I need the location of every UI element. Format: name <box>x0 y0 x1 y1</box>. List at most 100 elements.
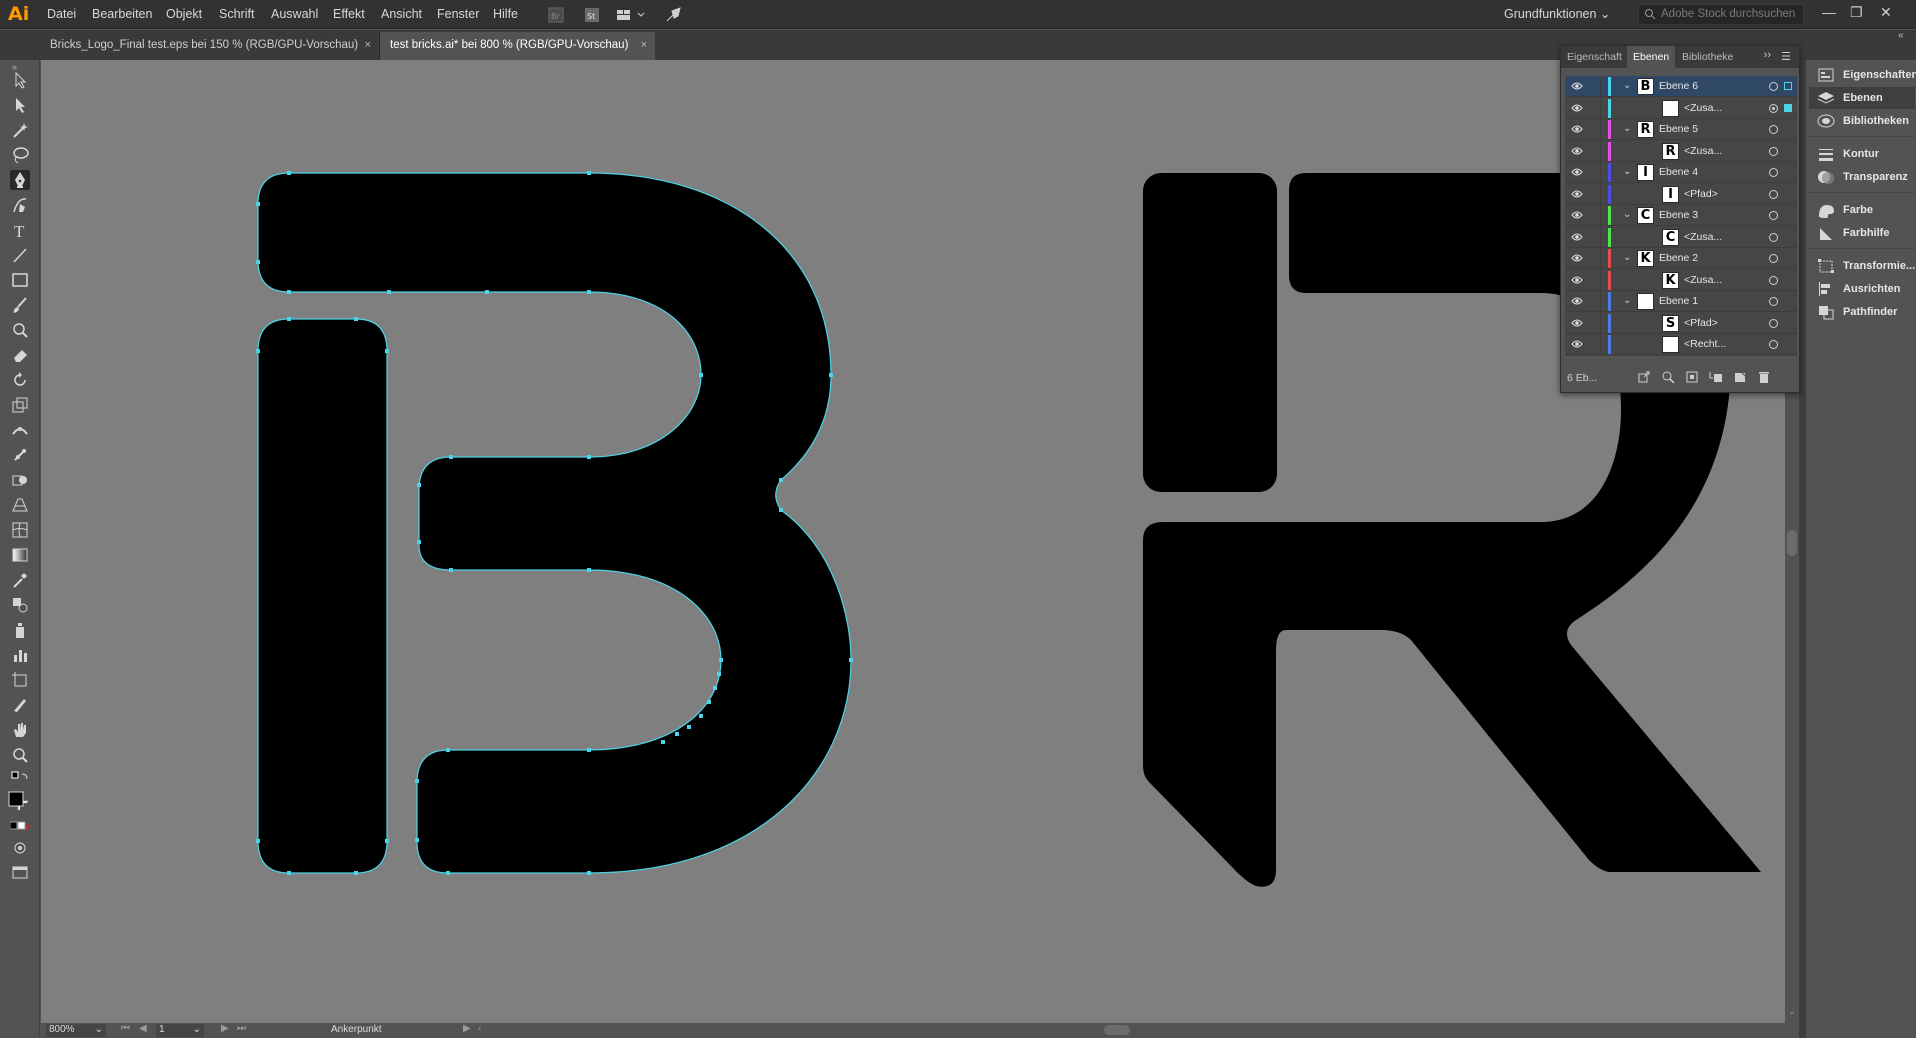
mesh-tool-icon[interactable] <box>10 520 30 540</box>
menu-auswahl[interactable]: Auswahl <box>271 7 318 21</box>
sublayer-row[interactable]: R <Zusa... <box>1565 140 1797 162</box>
pen-tool-icon[interactable] <box>10 170 30 190</box>
vertical-scroll-thumb[interactable] <box>1787 530 1797 556</box>
line-tool-icon[interactable] <box>10 245 30 265</box>
lock-toggle[interactable] <box>1589 119 1601 139</box>
target-circle-icon[interactable] <box>1769 232 1778 242</box>
clipping-mask-icon[interactable] <box>1685 370 1699 384</box>
visibility-eye-icon[interactable] <box>1571 103 1583 116</box>
dock-item-pathfinder[interactable]: Pathfinder <box>1809 301 1915 323</box>
screen-mode-icon[interactable] <box>10 862 30 882</box>
tab-eigenschaften[interactable]: Eigenschaft <box>1561 46 1628 68</box>
drawing-mode-icon[interactable] <box>10 838 30 858</box>
menu-bearbeiten[interactable]: Bearbeiten <box>92 7 152 21</box>
visibility-eye-icon[interactable] <box>1571 81 1583 94</box>
target-circle-icon[interactable] <box>1769 125 1778 134</box>
gpu-performance-icon[interactable] <box>664 5 684 25</box>
fill-stroke-swatch[interactable] <box>8 790 32 816</box>
menu-hilfe[interactable]: Hilfe <box>493 7 518 21</box>
layer-row[interactable]: ⌄ I Ebene 4 <box>1565 162 1797 183</box>
lock-toggle[interactable] <box>1589 269 1601 290</box>
minimize-icon[interactable]: — <box>1822 4 1836 20</box>
sublayer-row[interactable]: S <Pfad> <box>1565 312 1797 334</box>
selection-indicator[interactable] <box>1784 82 1792 90</box>
type-tool-icon[interactable]: T <box>10 220 30 241</box>
lock-toggle[interactable] <box>1589 312 1601 333</box>
shape-builder-tool-icon[interactable] <box>10 470 30 490</box>
menu-fenster[interactable]: Fenster <box>437 7 479 21</box>
blend-tool-icon[interactable] <box>10 595 30 615</box>
document-tab-2[interactable]: test bricks.ai* bei 800 % (RGB/GPU-Vorsc… <box>380 32 655 60</box>
direct-selection-tool-icon[interactable] <box>10 95 30 115</box>
stock-icon[interactable]: St <box>582 5 602 25</box>
dock-item-farbe[interactable]: Farbe <box>1809 199 1915 221</box>
scale-tool-icon[interactable] <box>10 395 30 415</box>
visibility-eye-icon[interactable] <box>1571 189 1583 202</box>
layer-name[interactable]: <Recht... <box>1684 338 1726 350</box>
previous-artboard-icon[interactable]: ◀ <box>139 1023 147 1034</box>
visibility-eye-icon[interactable] <box>1571 167 1583 180</box>
restore-icon[interactable]: ❐ <box>1850 4 1863 21</box>
zoom-level-field[interactable]: 800% ⌄ <box>46 1024 106 1037</box>
gradient-tool-icon[interactable] <box>10 545 30 565</box>
new-layer-icon[interactable] <box>1733 370 1747 384</box>
sublayer-row[interactable]: K <Zusa... <box>1565 269 1797 291</box>
close-window-icon[interactable]: ✕ <box>1880 4 1892 21</box>
column-graph-tool-icon[interactable] <box>10 645 30 665</box>
close-tab-icon[interactable]: × <box>365 39 371 51</box>
lock-toggle[interactable] <box>1589 291 1601 311</box>
sublayer-row[interactable]: <Recht... <box>1565 334 1797 355</box>
slice-tool-icon[interactable] <box>10 695 30 715</box>
expand-chevron-icon[interactable]: ⌄ <box>1623 295 1631 306</box>
new-sublayer-icon[interactable] <box>1709 370 1723 384</box>
lock-toggle[interactable] <box>1589 248 1601 268</box>
visibility-eye-icon[interactable] <box>1571 339 1583 352</box>
shaper-tool-icon[interactable] <box>10 320 30 340</box>
lock-toggle[interactable] <box>1589 183 1601 204</box>
eyedropper-tool-icon[interactable] <box>10 570 30 590</box>
eraser-tool-icon[interactable] <box>10 345 30 365</box>
target-circle-icon[interactable] <box>1769 168 1778 177</box>
sublayer-row[interactable]: C <Zusa... <box>1565 226 1797 248</box>
puppet-warp-tool-icon[interactable] <box>10 445 30 465</box>
locate-object-icon[interactable] <box>1661 370 1675 384</box>
layer-name[interactable]: <Zusa... <box>1684 274 1722 286</box>
dock-item-bibliotheken[interactable]: Bibliotheken <box>1809 110 1915 132</box>
selection-indicator[interactable] <box>1784 103 1792 112</box>
color-mode-icons[interactable] <box>9 820 33 832</box>
lasso-tool-icon[interactable] <box>10 145 30 165</box>
expand-panel-icon[interactable]: ›› <box>1764 49 1771 61</box>
layer-name[interactable]: Ebene 5 <box>1659 123 1698 135</box>
target-circle-icon[interactable] <box>1769 189 1778 199</box>
menu-datei[interactable]: Datei <box>47 7 76 21</box>
target-circle-icon[interactable] <box>1769 275 1778 285</box>
rotate-tool-icon[interactable] <box>10 370 30 390</box>
export-icon[interactable] <box>1637 370 1651 384</box>
visibility-eye-icon[interactable] <box>1571 146 1583 159</box>
layer-name[interactable]: Ebene 4 <box>1659 166 1698 178</box>
document-tab-1[interactable]: Bricks_Logo_Final test.eps bei 150 % (RG… <box>40 32 380 60</box>
perspective-grid-tool-icon[interactable] <box>10 495 30 515</box>
target-circle-icon[interactable] <box>1769 211 1778 220</box>
expand-chevron-icon[interactable]: ⌄ <box>1623 80 1631 91</box>
visibility-eye-icon[interactable] <box>1571 124 1583 137</box>
visibility-eye-icon[interactable] <box>1571 318 1583 331</box>
expand-chevron-icon[interactable]: ⌄ <box>1623 252 1631 263</box>
zoom-tool-icon[interactable] <box>10 745 30 765</box>
layer-name[interactable]: <Zusa... <box>1684 145 1722 157</box>
sublayer-row[interactable]: <Zusa... <box>1565 97 1797 119</box>
visibility-eye-icon[interactable] <box>1571 210 1583 223</box>
expand-chevron-icon[interactable]: ⌄ <box>1623 209 1631 220</box>
dock-item-kontur[interactable]: Kontur <box>1809 143 1915 165</box>
sublayer-row[interactable]: I <Pfad> <box>1565 183 1797 205</box>
first-artboard-icon[interactable]: ⏮ <box>121 1023 130 1034</box>
artboard-tool-icon[interactable] <box>10 670 30 690</box>
menu-effekt[interactable]: Effekt <box>333 7 365 21</box>
scroll-down-icon[interactable]: ⌄ <box>1788 1006 1796 1017</box>
visibility-eye-icon[interactable] <box>1571 296 1583 309</box>
curvature-tool-icon[interactable] <box>10 195 30 215</box>
layers-list[interactable]: ⌄ B Ebene 6 <Zusa... ⌄ R Ebene 5 R <Zusa... ⌄ I Ebe… <box>1565 76 1797 356</box>
menu-objekt[interactable]: Objekt <box>166 7 202 21</box>
tab-ebenen[interactable]: Ebenen <box>1627 46 1676 68</box>
layer-name[interactable]: <Zusa... <box>1684 231 1722 243</box>
